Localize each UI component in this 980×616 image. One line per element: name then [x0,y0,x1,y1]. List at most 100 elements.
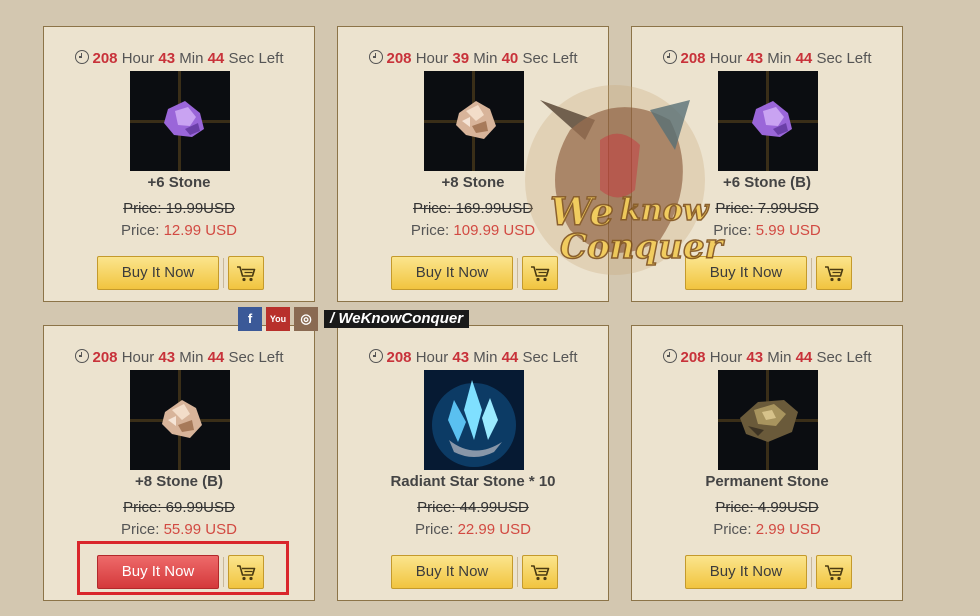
timer-sec-label: Sec Left [228,50,284,67]
sale-price: Price: 109.99 USD [338,222,608,239]
sale-price-label: Price: [121,222,164,239]
buy-now-button[interactable]: Buy It Now [97,555,219,589]
sale-price: Price: 12.99 USD [44,222,314,239]
timer-min-label: Min [473,349,498,366]
product-image[interactable] [130,370,230,470]
timer-hour-label: Hour [121,50,155,67]
product-image[interactable] [130,71,230,171]
timer-hours: 208 [386,349,412,366]
timer-hours: 208 [680,349,706,366]
buy-now-button[interactable]: Buy It Now [685,555,807,589]
timer-seconds: 44 [795,349,813,366]
sale-price-label: Price: [410,222,454,239]
timer-hour-label: Hour [415,50,449,67]
timer-seconds: 44 [795,50,813,67]
countdown-timer: 208 Hour 43 Min 44 Sec Left [338,349,608,366]
youtube-icon[interactable]: You [266,307,290,331]
button-divider [811,557,812,587]
sale-price-value: 22.99 USD [457,521,531,538]
add-to-cart-button[interactable] [228,256,264,290]
add-to-cart-button[interactable] [522,256,558,290]
timer-hours: 208 [680,50,706,67]
timer-minutes: 43 [452,349,470,366]
buy-now-button[interactable]: Buy It Now [391,555,513,589]
shopping-cart-icon [825,266,844,282]
product-name: Permanent Stone [705,473,829,490]
sale-price-value: 5.99 USD [755,222,821,239]
original-price: Price: 169.99USD [412,200,534,217]
timer-sec-label: Sec Left [522,50,578,67]
button-divider [517,258,518,288]
sale-price-label: Price: [415,521,458,538]
add-to-cart-button[interactable] [522,555,558,589]
countdown-timer: 208 Hour 43 Min 44 Sec Left [44,50,314,67]
timer-seconds: 40 [501,50,519,67]
buy-now-button[interactable]: Buy It Now [97,256,219,290]
product-card-5: 208 Hour 43 Min 44 Sec Left Radiant Star… [337,325,609,601]
timer-min-label: Min [767,349,792,366]
clock-icon [662,349,677,363]
timer-hours: 208 [386,50,412,67]
shopping-cart-icon [531,565,550,581]
product-image[interactable] [424,71,524,171]
product-name: +8 Stone [441,174,505,191]
shopping-cart-icon [531,266,550,282]
social-handle: / WeKnowConquer [324,310,470,328]
button-divider [223,557,224,587]
product-name: +8 Stone (B) [135,473,223,490]
sale-price: Price: 2.99 USD [632,521,902,538]
timer-min-label: Min [179,50,204,67]
product-name: +6 Stone (B) [723,174,811,191]
original-price: Price: 69.99USD [123,499,235,516]
product-name: +6 Stone [147,174,211,191]
product-name: Radiant Star Stone * 10 [390,473,556,490]
shopping-cart-icon [825,565,844,581]
facebook-icon[interactable]: f [238,307,262,331]
timer-seconds: 44 [207,50,225,67]
product-image[interactable] [718,71,818,171]
countdown-timer: 208 Hour 43 Min 44 Sec Left [632,349,902,366]
timer-minutes: 43 [158,50,176,67]
timer-min-label: Min [767,50,792,67]
original-price: Price: 44.99USD [417,499,529,516]
add-to-cart-button[interactable] [816,555,852,589]
product-image[interactable] [718,370,818,470]
timer-sec-label: Sec Left [816,349,872,366]
original-price: Price: 19.99USD [123,200,235,217]
product-image[interactable] [424,370,524,470]
timer-hour-label: Hour [709,50,743,67]
buy-now-button[interactable]: Buy It Now [685,256,807,290]
sale-price-label: Price: [713,222,756,239]
original-price: Price: 4.99USD [715,499,819,516]
button-divider [811,258,812,288]
timer-min-label: Min [473,50,498,67]
sale-price: Price: 55.99 USD [44,521,314,538]
sale-price-value: 55.99 USD [163,521,237,538]
countdown-timer: 208 Hour 43 Min 44 Sec Left [44,349,314,366]
buy-now-button[interactable]: Buy It Now [391,256,513,290]
button-divider [223,258,224,288]
timer-minutes: 43 [746,349,764,366]
countdown-timer: 208 Hour 39 Min 40 Sec Left [338,50,608,67]
shopping-cart-icon [237,565,256,581]
timer-sec-label: Sec Left [522,349,578,366]
add-to-cart-button[interactable] [228,555,264,589]
instagram-icon[interactable]: ◎ [294,307,318,331]
product-card-3: 208 Hour 43 Min 44 Sec Left +6 Stone (B)… [631,26,903,302]
timer-sec-label: Sec Left [228,349,284,366]
timer-hour-label: Hour [121,349,155,366]
timer-min-label: Min [179,349,204,366]
add-to-cart-button[interactable] [816,256,852,290]
original-price: Price: 7.99USD [715,200,819,217]
timer-minutes: 39 [452,50,470,67]
sale-price-value: 2.99 USD [755,521,821,538]
product-card-1: 208 Hour 43 Min 44 Sec Left +6 Stone Pri… [43,26,315,302]
clock-icon [368,349,383,363]
product-grid: 208 Hour 43 Min 44 Sec Left +6 Stone Pri… [43,26,905,616]
timer-seconds: 44 [207,349,225,366]
product-card-6: 208 Hour 43 Min 44 Sec Left Permanent St… [631,325,903,601]
timer-hour-label: Hour [709,349,743,366]
timer-sec-label: Sec Left [816,50,872,67]
clock-icon [74,50,89,64]
countdown-timer: 208 Hour 43 Min 44 Sec Left [632,50,902,67]
